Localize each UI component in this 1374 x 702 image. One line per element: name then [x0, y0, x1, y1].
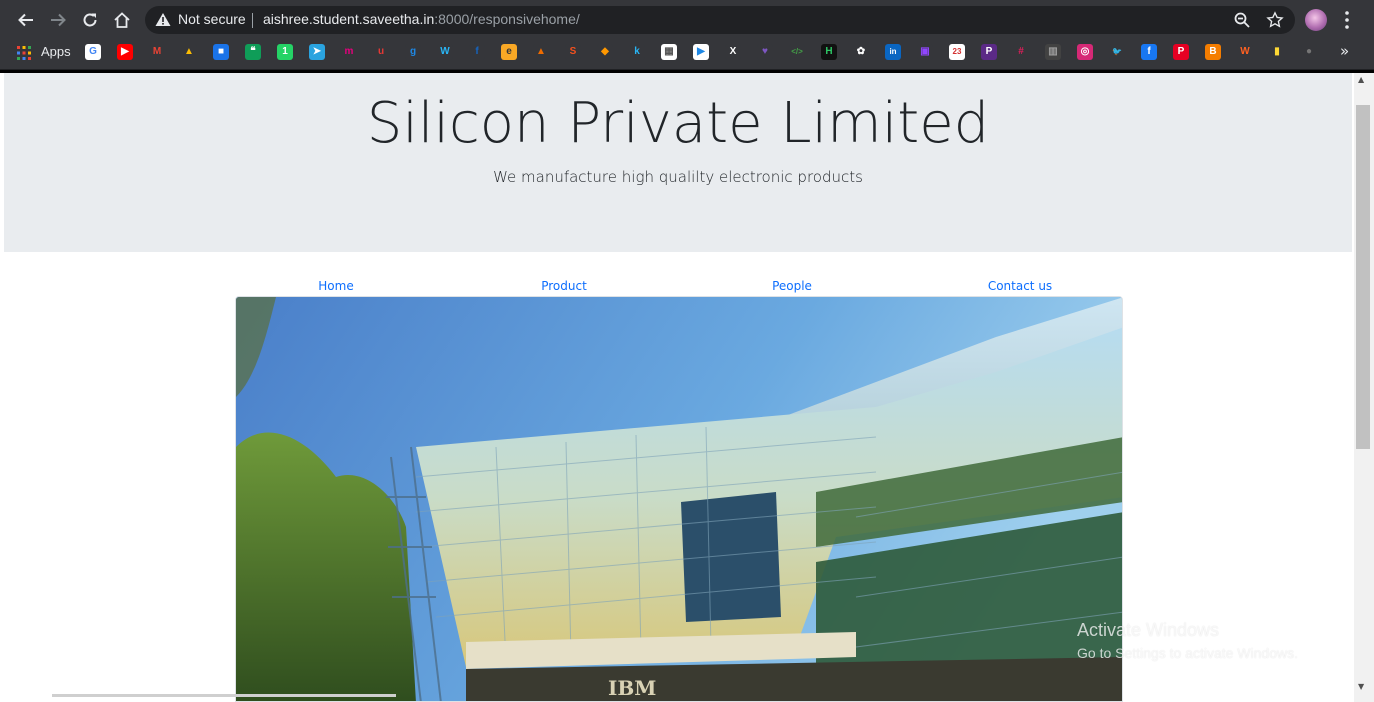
horizontal-scroll-thumb[interactable]	[52, 694, 396, 697]
twitch-bookmark-icon[interactable]: ▣	[917, 44, 933, 60]
drive-bookmark-icon[interactable]: ▲	[181, 44, 197, 60]
url-host: aishree.student.saveetha.in	[263, 11, 435, 27]
hackerrank-bookmark-icon[interactable]: H	[821, 44, 837, 60]
linkedin-bookmark-icon[interactable]: in	[885, 44, 901, 60]
scroll-up-arrow-icon[interactable]: ▲	[1358, 75, 1364, 84]
k-bookmark-icon[interactable]: k	[629, 44, 645, 60]
wattpad-bookmark-icon[interactable]: W	[1237, 44, 1253, 60]
sim-bookmark-icon[interactable]: ▦	[661, 44, 677, 60]
gmail-bookmark-icon[interactable]: M	[149, 44, 165, 60]
back-button[interactable]	[14, 8, 38, 32]
heart-bookmark-icon[interactable]: ♥	[757, 44, 773, 60]
triangle-bookmark-icon[interactable]: ▲	[533, 44, 549, 60]
blogger-bookmark-icon[interactable]: B	[1205, 44, 1221, 60]
home-icon	[114, 12, 130, 28]
m-bookmark-icon[interactable]: m	[341, 44, 357, 60]
code-bookmark-icon[interactable]: </>	[789, 44, 805, 60]
nav-contact-link[interactable]: Contact us	[988, 279, 1052, 293]
youtube-bookmark-icon[interactable]: ▶	[117, 44, 133, 60]
warning-icon	[155, 13, 171, 26]
more-bookmarks-icon[interactable]: »	[1340, 42, 1349, 60]
instagram-bookmark-icon[interactable]: ◎	[1077, 44, 1093, 60]
windows-activation-subtitle: Go to Settings to activate Windows.	[1077, 645, 1298, 661]
x-bookmark-icon[interactable]: X	[725, 44, 741, 60]
back-arrow-icon	[18, 13, 33, 27]
eduroam-bookmark-icon[interactable]: e	[501, 44, 517, 60]
bookmarks-bar	[0, 40, 1374, 70]
play-bookmark-icon[interactable]: ▶	[693, 44, 709, 60]
security-status[interactable]: Not secure	[178, 11, 246, 27]
vertical-scroll-thumb[interactable]	[1356, 105, 1370, 449]
twitter-bookmark-icon[interactable]: 🐦	[1109, 44, 1125, 60]
reload-button[interactable]	[78, 8, 102, 32]
google-bookmark-icon[interactable]: G	[85, 44, 101, 60]
page-title: Silicon Private Limited	[366, 91, 990, 156]
glass-building-illustration: IBM	[236, 297, 1122, 701]
ibm-sign: IBM	[608, 676, 656, 700]
url-text[interactable]: aishree.student.saveetha.in:8000/respons…	[263, 11, 580, 27]
cube-bookmark-icon[interactable]: ◆	[597, 44, 613, 60]
facebook-bookmark-icon[interactable]: f	[1141, 44, 1157, 60]
nav-people-link[interactable]: People	[772, 279, 812, 293]
forward-button[interactable]	[46, 8, 70, 32]
apps-label[interactable]: Apps	[41, 44, 71, 59]
page-subtitle: We manufacture high qualilty electronic …	[493, 168, 863, 186]
omnibox-divider	[252, 13, 253, 28]
bottle-bookmark-icon[interactable]: ▮	[1269, 44, 1285, 60]
windows-activation-title: Activate Windows	[1077, 620, 1220, 640]
slack-bookmark-icon[interactable]: #	[1013, 44, 1029, 60]
url-path: :8000/responsivehome/	[434, 11, 580, 27]
apps-grid-icon[interactable]	[17, 46, 31, 60]
profile-avatar[interactable]	[1305, 9, 1327, 31]
scroll-down-arrow-icon[interactable]: ▼	[1358, 682, 1364, 691]
hangouts-bookmark-icon[interactable]: ❝	[245, 44, 261, 60]
pinterest-bookmark-icon[interactable]: P	[1173, 44, 1189, 60]
telegram-bookmark-icon[interactable]: ➤	[309, 44, 325, 60]
whatsapp-bookmark-icon[interactable]: 1	[277, 44, 293, 60]
browser-toolbar: Not secure aishree.student.saveetha.in:8…	[0, 0, 1374, 40]
address-bar[interactable]: Not secure aishree.student.saveetha.in:8…	[145, 6, 1295, 34]
g-bookmark-icon[interactable]: g	[405, 44, 421, 60]
clover-bookmark-icon[interactable]: ✿	[853, 44, 869, 60]
building-photo: IBM	[235, 296, 1123, 702]
p-bookmark-icon[interactable]: P	[981, 44, 997, 60]
nav-home-link[interactable]: Home	[318, 279, 353, 293]
calendar-bookmark-icon[interactable]: 23	[949, 44, 965, 60]
zoom-icon[interactable]	[1233, 11, 1251, 29]
more-vertical-icon[interactable]	[1342, 10, 1352, 30]
home-button[interactable]	[110, 8, 134, 32]
f-bookmark-icon[interactable]: f	[469, 44, 485, 60]
nav-product-link[interactable]: Product	[541, 279, 587, 293]
page-viewport: Silicon Private Limited We manufacture h…	[0, 73, 1354, 702]
reload-icon	[83, 13, 97, 27]
u-bookmark-icon[interactable]: u	[373, 44, 389, 60]
s-bookmark-icon[interactable]: S	[565, 44, 581, 60]
forward-arrow-icon	[51, 13, 66, 27]
bookmark-star-icon[interactable]	[1266, 11, 1284, 29]
github-bookmark-icon[interactable]: ●	[1301, 44, 1317, 60]
meet-bookmark-icon[interactable]: ■	[213, 44, 229, 60]
grey-bookmark-icon[interactable]: ▥	[1045, 44, 1061, 60]
w-bookmark-icon[interactable]: W	[437, 44, 453, 60]
